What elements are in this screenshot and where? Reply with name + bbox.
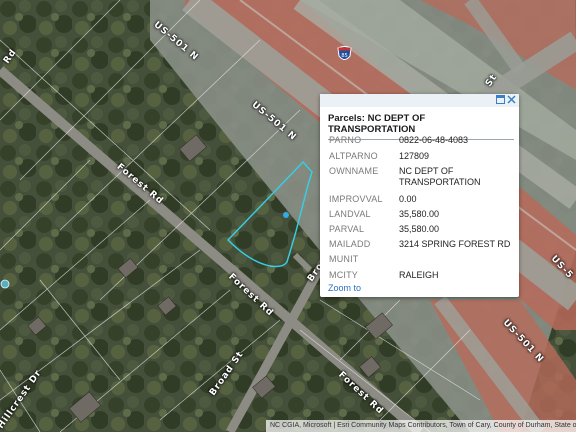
attr-value: 0.00	[399, 194, 417, 204]
attr-key: ALTPARNO	[329, 151, 378, 161]
table-row: MCITY RALEIGH	[329, 270, 513, 282]
attr-value: 0822-06-48-4083	[399, 135, 469, 145]
table-row: MUNIT	[329, 254, 513, 270]
attr-value: RALEIGH	[399, 270, 439, 280]
table-row: LANDVAL 35,580.00	[329, 209, 513, 224]
attr-value: 35,580.00	[399, 224, 440, 234]
table-row: MAILADD 3214 SPRING FOREST RD	[329, 239, 513, 254]
attr-key: MUNIT	[329, 254, 359, 264]
attr-key: MAILADD	[329, 239, 371, 249]
map-attribution: NC CGIA, Microsoft | Esri Community Maps…	[266, 420, 576, 432]
table-row: PARVAL 35,580.00	[329, 224, 513, 239]
parcel-popup[interactable]: Parcels: NC DEPT OF TRANSPORTATION PARNO…	[320, 94, 519, 297]
close-icon[interactable]	[506, 95, 517, 106]
attr-key: MCITY	[329, 270, 358, 280]
attr-key: OWNNAME	[329, 166, 379, 176]
attr-key: IMPROVVAL	[329, 194, 383, 204]
attr-key: PARNO	[329, 135, 362, 145]
attr-key: PARVAL	[329, 224, 365, 234]
attr-value: 3214 SPRING FOREST RD	[399, 239, 511, 249]
attr-value: 127809	[399, 151, 430, 161]
attr-value: NC DEPT OF TRANSPORTATION	[399, 166, 481, 187]
popup-header-bar	[320, 94, 519, 107]
zoom-to-link[interactable]: Zoom to	[328, 283, 361, 293]
attr-value	[399, 254, 513, 270]
parcel-centroid-dot	[283, 212, 289, 218]
attribute-table: PARNO 0822-06-48-4083 ALTPARNO 127809 OW…	[329, 135, 513, 282]
dock-icon[interactable]	[495, 95, 506, 106]
attr-key: LANDVAL	[329, 209, 371, 219]
table-row: PARNO 0822-06-48-4083	[329, 135, 513, 151]
table-row: OWNNAME NC DEPT OF TRANSPORTATION	[329, 166, 513, 194]
svg-text:85: 85	[341, 53, 347, 59]
table-row: IMPROVVAL 0.00	[329, 194, 513, 209]
attr-value: 35,580.00	[399, 209, 440, 219]
interstate-shield-icon: 85	[337, 46, 352, 60]
table-row: ALTPARNO 127809	[329, 151, 513, 166]
